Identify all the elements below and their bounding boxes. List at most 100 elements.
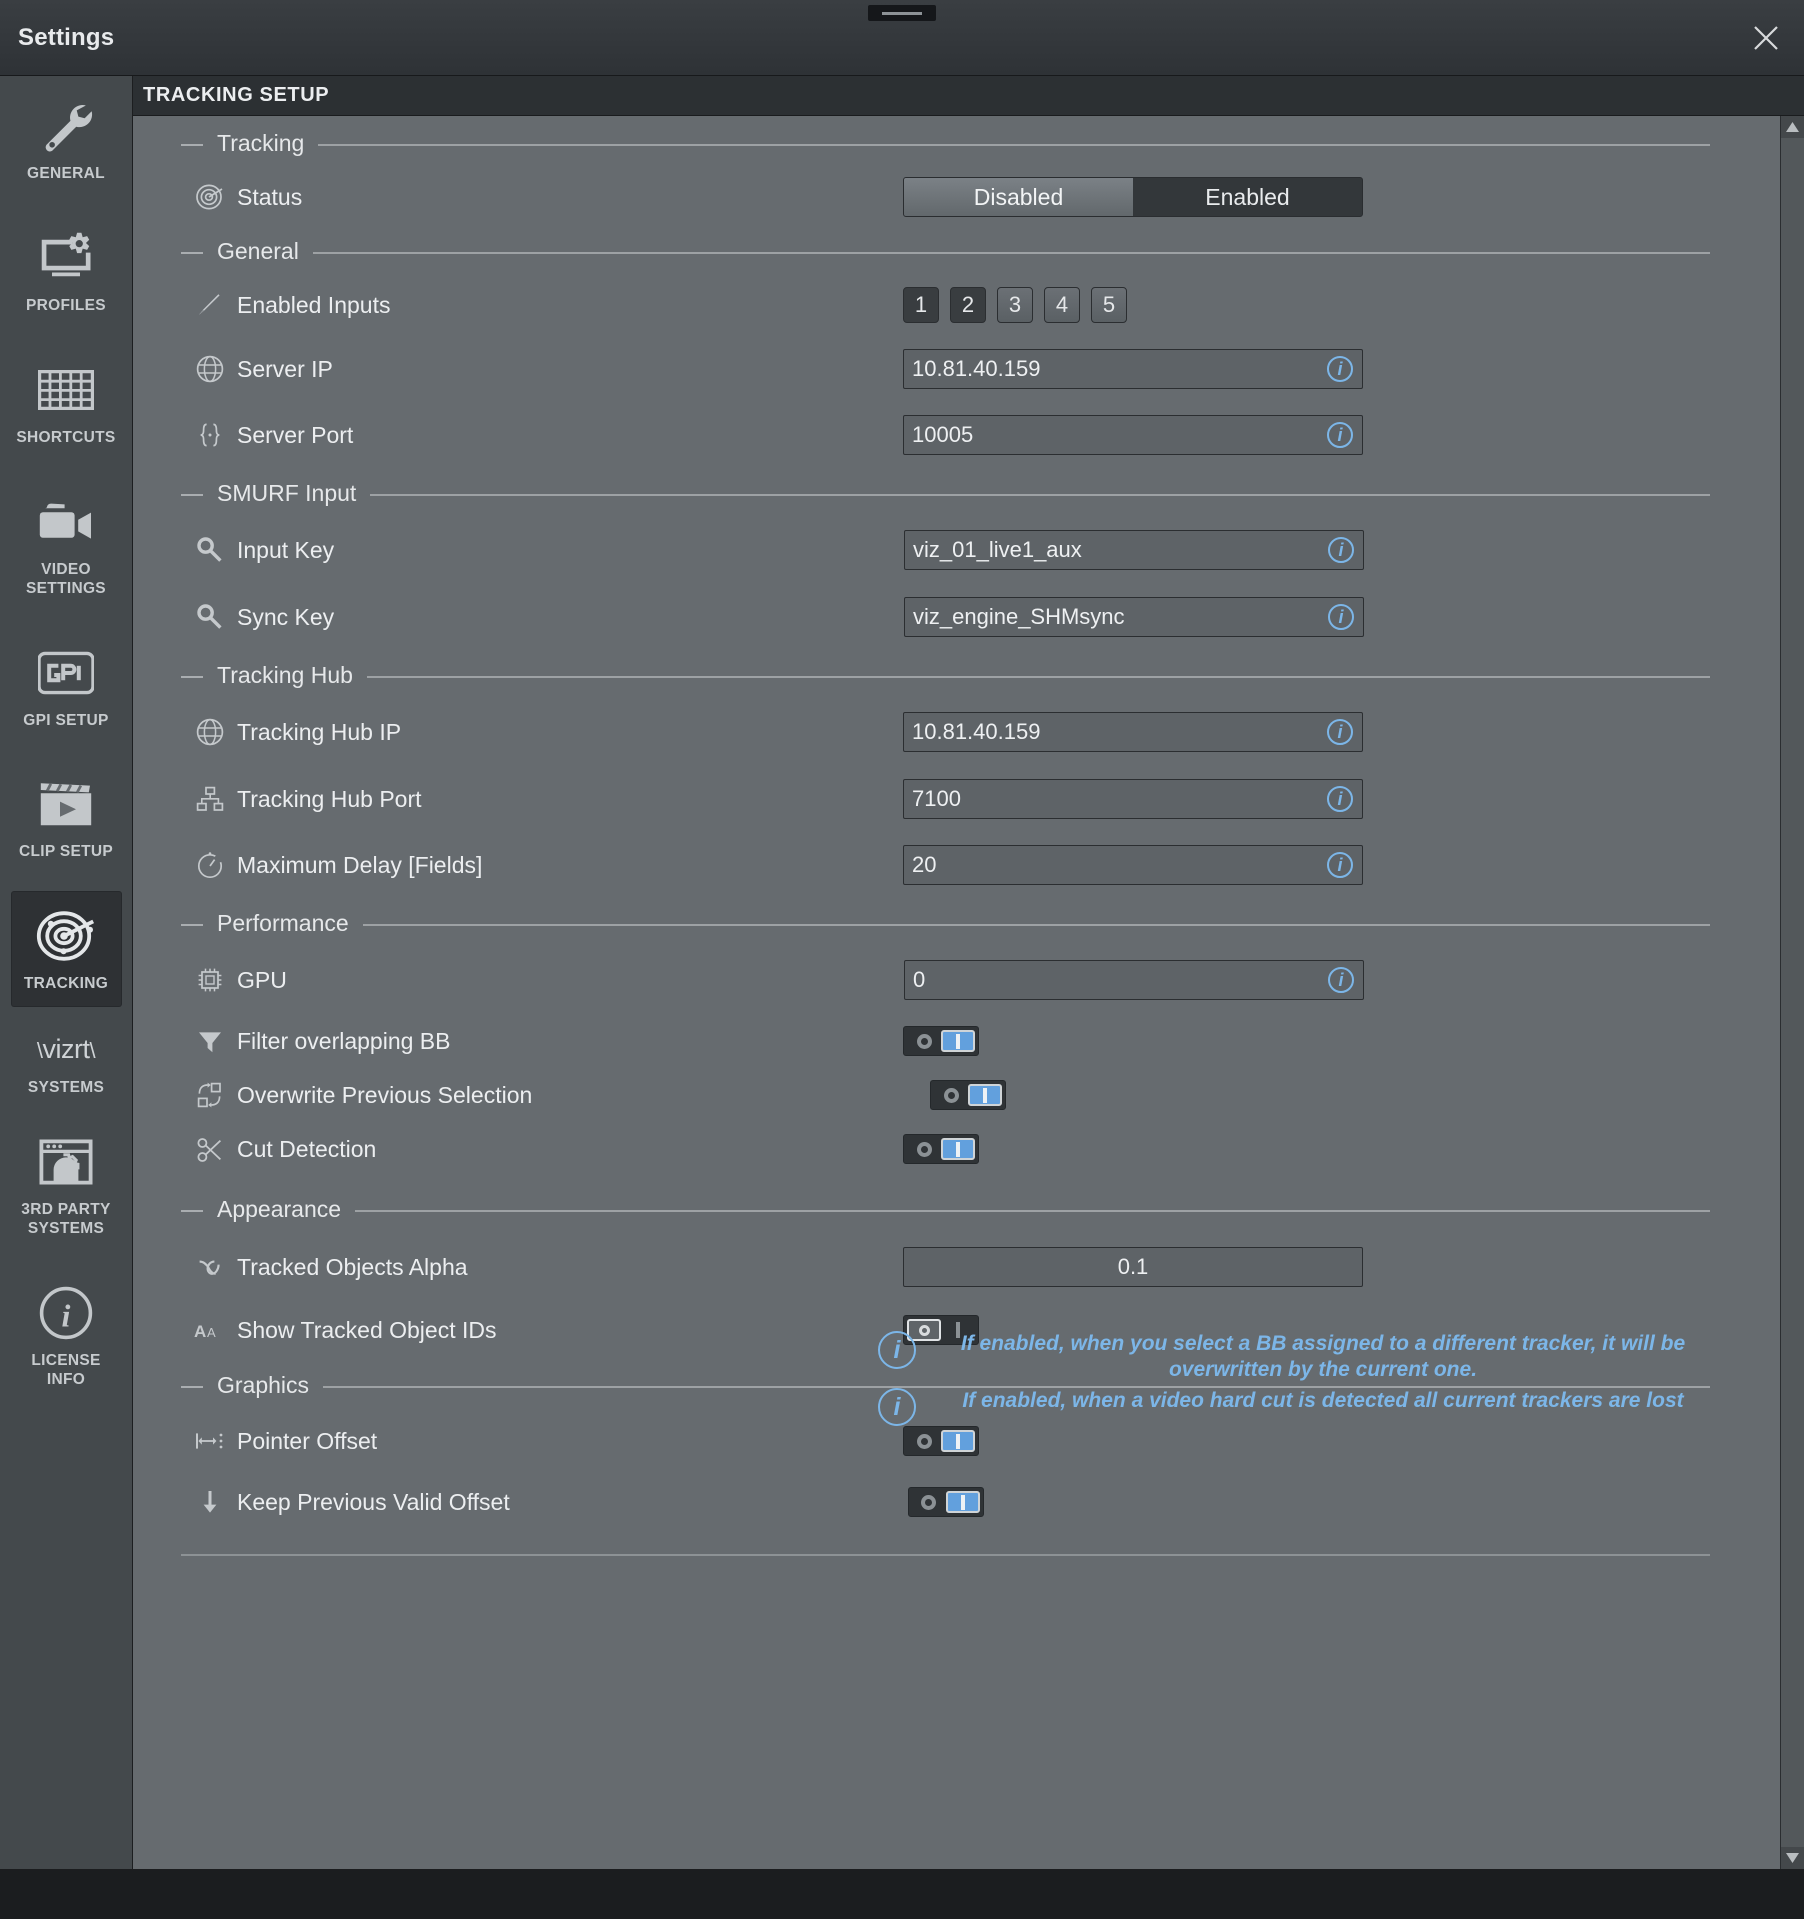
wrench-icon xyxy=(38,96,94,156)
row-label: Pointer Offset xyxy=(237,1427,378,1454)
info-icon[interactable]: i xyxy=(1328,537,1354,563)
sidebar-item-license-info[interactable]: i LICENSE INFO xyxy=(12,1269,121,1402)
tracking-hub-ip-input[interactable]: 10.81.40.159 i xyxy=(903,712,1363,752)
collapse-dash-icon[interactable] xyxy=(181,676,203,678)
row-label: Sync Key xyxy=(237,603,335,630)
tracked-objects-alpha-slider[interactable]: 0.1 xyxy=(903,1247,1363,1287)
status-enabled-option[interactable]: Enabled xyxy=(1133,178,1362,216)
input-value: viz_engine_SHMsync xyxy=(913,604,1125,629)
row-label: Overwrite Previous Selection xyxy=(237,1081,533,1108)
radar-target-icon xyxy=(36,906,96,966)
hint-overwrite: i If enabled, when you select a BB assig… xyxy=(878,1331,1718,1382)
row-input-key: Input Key viz_01_live1_aux i xyxy=(133,516,1780,584)
row-label: Server IP xyxy=(237,355,333,382)
status-bar xyxy=(0,1869,1804,1919)
sidebar-item-general[interactable]: GENERAL xyxy=(12,82,121,196)
arrow-down-icon xyxy=(191,1487,229,1517)
sidebar-item-clip-setup[interactable]: CLIP SETUP xyxy=(12,760,121,874)
funnel-icon xyxy=(191,1026,229,1056)
sidebar-item-shortcuts[interactable]: SHORTCUTS xyxy=(12,346,121,460)
sidebar-item-label: VIDEO SETTINGS xyxy=(26,560,106,597)
browser-gear-icon xyxy=(39,1132,93,1192)
collapse-dash-icon[interactable] xyxy=(181,494,203,496)
keep-previous-valid-offset-toggle[interactable] xyxy=(907,1487,984,1517)
sidebar-item-gpi-setup[interactable]: GPI SETUP xyxy=(12,629,121,743)
scroll-down-icon[interactable] xyxy=(1781,1847,1804,1869)
sidebar-item-label: 3RD PARTY SYSTEMS xyxy=(21,1201,111,1238)
content-area: TRACKING SETUP Tracking Status Disabled … xyxy=(133,76,1804,1869)
group-title: Graphics xyxy=(217,1372,310,1398)
info-icon[interactable]: i xyxy=(1327,356,1353,382)
scrollbar-track[interactable] xyxy=(1780,138,1804,1847)
group-title: Appearance xyxy=(217,1196,342,1222)
sidebar: GENERAL PROFILES SHORTCUTS VIDEO SETTING… xyxy=(0,76,133,1869)
sidebar-item-label: GPI SETUP xyxy=(23,711,109,729)
slider-value: 0.1 xyxy=(1117,1254,1149,1279)
row-control: Disabled Enabled xyxy=(505,177,1780,217)
info-icon[interactable]: i xyxy=(878,1331,916,1369)
input-button-1[interactable]: 1 xyxy=(903,287,939,323)
server-port-input[interactable]: 10005 i xyxy=(903,415,1363,455)
stopwatch-icon xyxy=(191,850,229,880)
cut-detection-toggle[interactable] xyxy=(903,1134,979,1164)
input-button-4[interactable]: 4 xyxy=(1044,287,1080,323)
collapse-dash-icon[interactable] xyxy=(181,1210,203,1212)
swap-boxes-icon xyxy=(191,1080,229,1110)
overwrite-previous-selection-toggle[interactable] xyxy=(930,1080,1007,1110)
row-control: 0 i xyxy=(505,960,1780,1000)
window-drag-grip[interactable] xyxy=(868,5,936,21)
row-label: Status xyxy=(237,183,303,210)
status-disabled-option[interactable]: Disabled xyxy=(904,178,1133,216)
max-delay-input[interactable]: 20 i xyxy=(903,845,1363,885)
group-title: Tracking Hub xyxy=(217,662,353,688)
collapse-dash-icon[interactable] xyxy=(181,924,203,926)
info-circle-icon: i xyxy=(39,1283,93,1343)
gpu-input[interactable]: 0 i xyxy=(904,960,1364,1000)
divider xyxy=(355,1210,1710,1212)
toggle-knob xyxy=(941,1430,975,1452)
input-button-3[interactable]: 3 xyxy=(997,287,1033,323)
sidebar-item-3rd-party-systems[interactable]: 3RD PARTY SYSTEMS xyxy=(12,1118,121,1251)
input-key-input[interactable]: viz_01_live1_aux i xyxy=(904,530,1364,570)
divider xyxy=(312,252,1710,254)
collapse-dash-icon[interactable] xyxy=(181,252,203,254)
sidebar-item-profiles[interactable]: PROFILES xyxy=(12,214,121,328)
info-icon[interactable]: i xyxy=(1327,422,1353,448)
sync-key-input[interactable]: viz_engine_SHMsync i xyxy=(904,597,1364,637)
row-control xyxy=(505,1134,1780,1164)
monitor-gear-icon xyxy=(38,228,94,288)
input-button-2[interactable]: 2 xyxy=(950,287,986,323)
info-icon[interactable]: i xyxy=(1327,719,1353,745)
info-icon[interactable]: i xyxy=(1328,967,1354,993)
vizrt-wordmark: \vizrt\ xyxy=(36,1034,96,1065)
settings-panel: Tracking Status Disabled Enabled General… xyxy=(133,116,1780,1869)
keyboard-icon xyxy=(38,360,94,420)
sidebar-item-tracking[interactable]: TRACKING xyxy=(11,892,121,1007)
vertical-scrollbar[interactable] xyxy=(1780,116,1804,1869)
settings-window: Settings GENERAL PROFILES SHORTCUTS VIDE… xyxy=(0,0,1804,1919)
filter-overlapping-bb-toggle[interactable] xyxy=(903,1026,979,1056)
info-icon[interactable]: i xyxy=(1328,604,1354,630)
info-icon[interactable]: i xyxy=(878,1388,916,1427)
server-ip-input[interactable]: 10.81.40.159 i xyxy=(903,349,1363,389)
close-icon[interactable] xyxy=(1728,0,1804,75)
group-tracking: Tracking xyxy=(133,130,1780,160)
collapse-dash-icon[interactable] xyxy=(181,1386,203,1388)
scroll-up-icon[interactable] xyxy=(1781,116,1804,138)
group-tracking-hub: Tracking Hub xyxy=(133,662,1780,692)
title-bar: Settings xyxy=(0,0,1804,76)
info-icon[interactable]: i xyxy=(1327,852,1353,878)
alpha-icon xyxy=(191,1252,229,1282)
collapse-dash-icon[interactable] xyxy=(181,144,203,146)
tracking-hub-port-input[interactable]: 7100 i xyxy=(903,779,1363,819)
status-toggle-group[interactable]: Disabled Enabled xyxy=(903,177,1363,217)
input-button-5[interactable]: 5 xyxy=(1091,287,1127,323)
row-label: Maximum Delay [Fields] xyxy=(237,851,483,878)
sidebar-item-video-settings[interactable]: VIDEO SETTINGS xyxy=(12,478,121,611)
panel-wrapper: Tracking Status Disabled Enabled General… xyxy=(133,116,1804,1869)
row-control: viz_01_live1_aux i xyxy=(505,530,1780,570)
group-title: Performance xyxy=(217,910,349,936)
gpi-icon xyxy=(38,643,94,703)
input-value: 0 xyxy=(913,967,926,992)
info-icon[interactable]: i xyxy=(1327,786,1353,812)
